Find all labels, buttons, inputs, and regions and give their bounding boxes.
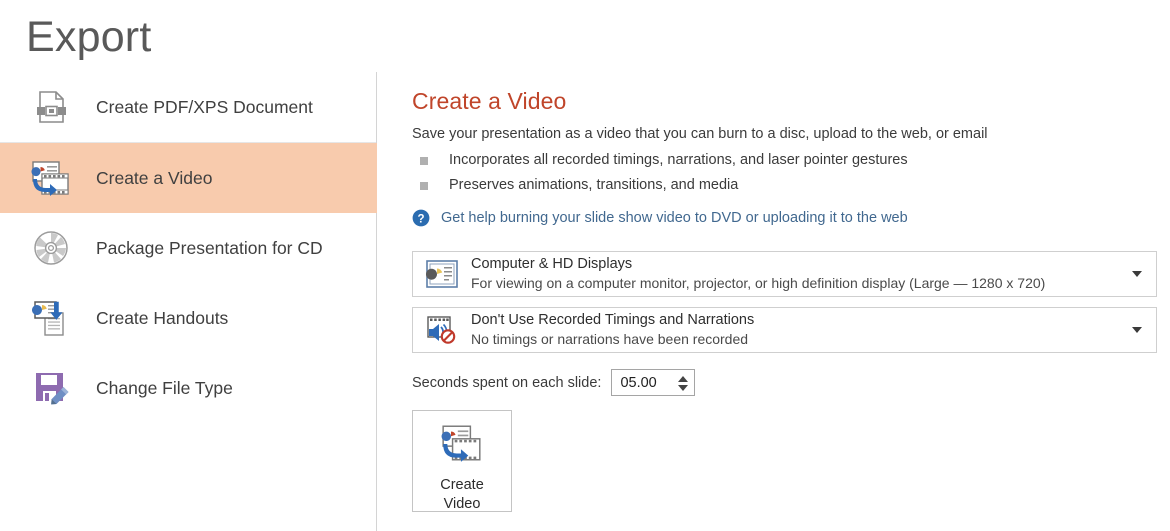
- create-video-panel: Create a Video Save your presentation as…: [412, 86, 1157, 512]
- dropdown-description: No timings or narrations have been recor…: [471, 331, 749, 347]
- bullet-text: Preserves animations, transitions, and m…: [449, 177, 739, 193]
- chevron-down-icon[interactable]: [1132, 271, 1142, 277]
- export-options-sidebar: Create PDF/XPS Document Create a Video P…: [0, 72, 377, 531]
- panel-subtitle: Save your presentation as a video that y…: [412, 126, 988, 142]
- change-file-type-icon: [28, 365, 74, 411]
- create-video-icon: [28, 155, 74, 201]
- sidebar-item-change-file-type[interactable]: Change File Type: [0, 353, 377, 423]
- dropdown-text: Don't Use Recorded Timings and Narration…: [471, 311, 754, 349]
- cd-disc-icon: [28, 225, 74, 271]
- display-quality-icon: [421, 260, 463, 288]
- sidebar-item-label: Create a Video: [96, 167, 213, 188]
- page-title: Export: [26, 13, 152, 61]
- sidebar-item-create-a-video[interactable]: Create a Video: [0, 143, 377, 213]
- square-bullet-icon: [420, 182, 428, 190]
- dropdown-title: Don't Use Recorded Timings and Narration…: [471, 312, 755, 328]
- sidebar-item-create-handouts[interactable]: Create Handouts: [0, 283, 377, 353]
- create-video-button-line1: Create: [440, 477, 484, 493]
- seconds-per-slide-row: Seconds spent on each slide:: [412, 369, 1157, 396]
- dropdown-description: For viewing on a computer monitor, proje…: [471, 275, 1046, 291]
- help-link-row[interactable]: ? Get help burning your slide show video…: [412, 207, 1157, 229]
- list-item: Incorporates all recorded timings, narra…: [412, 148, 1157, 173]
- svg-text:?: ?: [417, 213, 424, 225]
- create-video-button[interactable]: Create Video: [412, 410, 512, 512]
- sidebar-item-label: Package Presentation for CD: [96, 237, 323, 258]
- sidebar-item-package-presentation-for-cd[interactable]: Package Presentation for CD: [0, 213, 377, 283]
- dropdown-text: Computer & HD Displays For viewing on a …: [471, 255, 1045, 293]
- create-handouts-icon: [28, 295, 74, 341]
- create-video-button-line2: Video: [443, 496, 481, 512]
- dropdown-title: Computer & HD Displays: [471, 256, 633, 272]
- square-bullet-icon: [420, 157, 428, 165]
- seconds-per-slide-label: Seconds spent on each slide:: [412, 374, 602, 391]
- pdf-document-icon: [28, 84, 74, 130]
- video-quality-dropdown[interactable]: Computer & HD Displays For viewing on a …: [412, 251, 1157, 297]
- list-item: Preserves animations, transitions, and m…: [412, 173, 1157, 198]
- stepper-up-icon[interactable]: [678, 376, 689, 382]
- export-screen: Export Create PDF/XPS Document Create a …: [0, 0, 1170, 531]
- sidebar-item-label: Change File Type: [96, 377, 233, 398]
- seconds-stepper[interactable]: [611, 369, 696, 397]
- stepper-down-icon[interactable]: [678, 385, 689, 391]
- help-question-icon: ?: [412, 209, 430, 227]
- feature-bullet-list: Incorporates all recorded timings, narra…: [412, 148, 1157, 198]
- panel-heading: Create a Video: [412, 88, 567, 114]
- bullet-text: Incorporates all recorded timings, narra…: [449, 152, 908, 168]
- seconds-input[interactable]: [618, 373, 677, 392]
- help-link-text[interactable]: Get help burning your slide show video t…: [441, 208, 908, 228]
- sidebar-item-label: Create Handouts: [96, 307, 229, 328]
- stepper-buttons: [676, 370, 690, 397]
- no-narration-icon: [421, 315, 463, 345]
- create-video-icon: [440, 423, 484, 468]
- sidebar-item-label: Create PDF/XPS Document: [96, 96, 313, 117]
- recorded-timings-dropdown[interactable]: Don't Use Recorded Timings and Narration…: [412, 307, 1157, 353]
- chevron-down-icon[interactable]: [1132, 327, 1142, 333]
- sidebar-item-create-pdf-xps[interactable]: Create PDF/XPS Document: [0, 72, 377, 142]
